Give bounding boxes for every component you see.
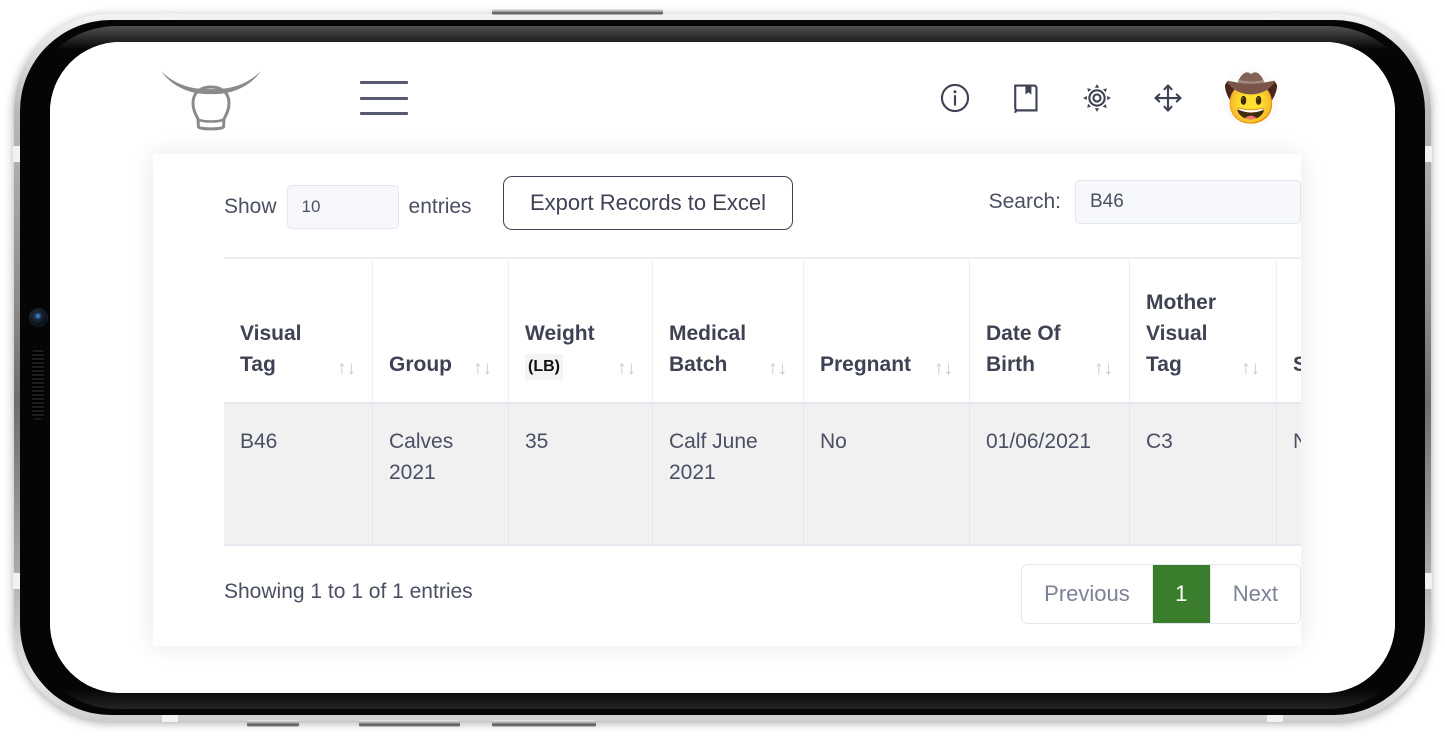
table-body: B46 Calves 2021 35 Calf June 2021 No 01/06/20… [224, 404, 1301, 546]
column-header-label: Date Of Birth [986, 321, 1061, 376]
pagination-previous-button[interactable]: Previous [1022, 565, 1152, 623]
sort-toggle-icon[interactable]: ↑↓ [617, 359, 636, 380]
hamburger-bar-1 [360, 81, 408, 84]
entries-info: Showing 1 to 1 of 1 entries [224, 580, 473, 603]
export-records-to-excel-button[interactable]: Export Records to Excel [503, 176, 793, 230]
table-cell-s: N [1276, 404, 1301, 546]
entries-label: entries [408, 195, 472, 218]
device-bezel: 🤠 Show entries Export Record [20, 20, 1425, 715]
device-notch [20, 231, 50, 504]
sort-toggle-icon[interactable]: ↑↓ [1241, 359, 1260, 380]
table-cell-pregnant: No [803, 404, 969, 546]
sort-toggle-icon[interactable]: ↑↓ [768, 359, 787, 380]
hamburger-bar-3 [360, 112, 408, 115]
device-screen: 🤠 Show entries Export Record [50, 42, 1395, 693]
pagination-next-button[interactable]: Next [1209, 565, 1300, 623]
hamburger-bar-2 [360, 96, 408, 100]
page-length-control: Show entries [224, 185, 472, 229]
device-chrome-edge: 🤠 Show entries Export Record [13, 9, 1432, 727]
fullscreen-move-icon[interactable] [1151, 81, 1185, 115]
sort-toggle-icon[interactable]: ↑↓ [337, 359, 356, 380]
column-header-date-of-birth[interactable]: Date Of Birth ↑↓ [969, 257, 1129, 404]
pagination: Previous 1 Next [1021, 564, 1301, 624]
search-label: Search: [988, 190, 1061, 213]
avatar[interactable]: 🤠 [1222, 69, 1280, 127]
info-icon[interactable] [938, 81, 972, 115]
volume-down-button[interactable] [492, 720, 596, 727]
column-header-mother-visual-tag[interactable]: Mother Visual Tag ↑↓ [1129, 257, 1276, 404]
records-card: Show entries Export Records to Excel Sea… [153, 154, 1301, 646]
avatar-glyph: 🤠 [1222, 72, 1280, 124]
table-cell-medical-batch: Calf June 2021 [652, 404, 803, 546]
sort-toggle-icon[interactable]: ↑↓ [1094, 359, 1113, 380]
earpiece-speaker [32, 347, 44, 420]
show-label: Show [224, 195, 277, 218]
column-header-weight[interactable]: Weight (LB) ↑↓ [508, 257, 652, 404]
table-header-row: Visual Tag ↑↓ Group ↑↓ Weight (LB) ↑↓ Medical B… [224, 257, 1301, 404]
records-table: Visual Tag ↑↓ Group ↑↓ Weight (LB) ↑↓ Medical B… [224, 257, 1301, 546]
pagination-page-1-button[interactable]: 1 [1151, 565, 1210, 623]
column-header-group[interactable]: Group ↑↓ [372, 257, 508, 404]
header-actions: 🤠 [938, 69, 1280, 127]
column-header-medical-batch[interactable]: Medical Batch ↑↓ [652, 257, 803, 404]
table-footer: Showing 1 to 1 of 1 entries Previous 1 N… [153, 546, 1301, 646]
column-header-label: Visual Tag [240, 321, 302, 376]
column-header-label: Mother Visual Tag [1146, 290, 1216, 376]
longhorn-bull-logo[interactable] [159, 65, 263, 131]
column-header-label: Weight (LB) [525, 318, 609, 380]
phone-device-frame: 🤠 Show entries Export Record [13, 9, 1432, 727]
table-cell-visual-tag: B46 [224, 404, 372, 546]
table-cell-group: Calves 2021 [372, 404, 508, 546]
front-camera-icon [29, 307, 48, 327]
gear-icon[interactable] [1080, 81, 1114, 115]
column-header-label: Group [389, 352, 452, 376]
table-header: Visual Tag ↑↓ Group ↑↓ Weight (LB) ↑↓ Medical B… [224, 257, 1301, 404]
column-header-s[interactable]: S↑↓ [1276, 257, 1301, 404]
column-header-label: Medical Batch [669, 321, 747, 376]
app-viewport: 🤠 Show entries Export Record [50, 42, 1395, 693]
hamburger-menu-icon[interactable] [360, 78, 408, 118]
column-header-label: Pregnant [820, 352, 912, 376]
search-input[interactable] [1075, 180, 1301, 224]
table-toolbar: Show entries Export Records to Excel Sea… [153, 154, 1301, 257]
column-header-visual-tag[interactable]: Visual Tag ↑↓ [224, 257, 372, 404]
entries-per-page-input[interactable] [286, 185, 399, 229]
table-scroll-area[interactable]: Visual Tag ↑↓ Group ↑↓ Weight (LB) ↑↓ Medical B… [224, 257, 1301, 546]
sort-toggle-icon[interactable]: ↑↓ [934, 359, 953, 380]
volume-up-button[interactable] [359, 720, 460, 727]
power-button[interactable] [492, 9, 663, 15]
column-header-pregnant[interactable]: Pregnant ↑↓ [803, 257, 969, 404]
table-cell-date-of-birth: 01/06/2021 [969, 404, 1129, 546]
book-icon[interactable] [1009, 81, 1043, 115]
silent-switch[interactable] [247, 720, 299, 727]
app-header: 🤠 [50, 42, 1395, 154]
table-row[interactable]: B46 Calves 2021 35 Calf June 2021 No 01/06/20… [224, 404, 1301, 546]
table-cell-weight: 35 [508, 404, 652, 546]
column-header-label: S [1293, 352, 1301, 376]
column-unit-badge: (LB) [525, 353, 563, 380]
search-control: Search: [989, 180, 1301, 224]
sort-toggle-icon[interactable]: ↑↓ [473, 359, 492, 380]
table-cell-mother-visual-tag: C3 [1129, 404, 1276, 546]
